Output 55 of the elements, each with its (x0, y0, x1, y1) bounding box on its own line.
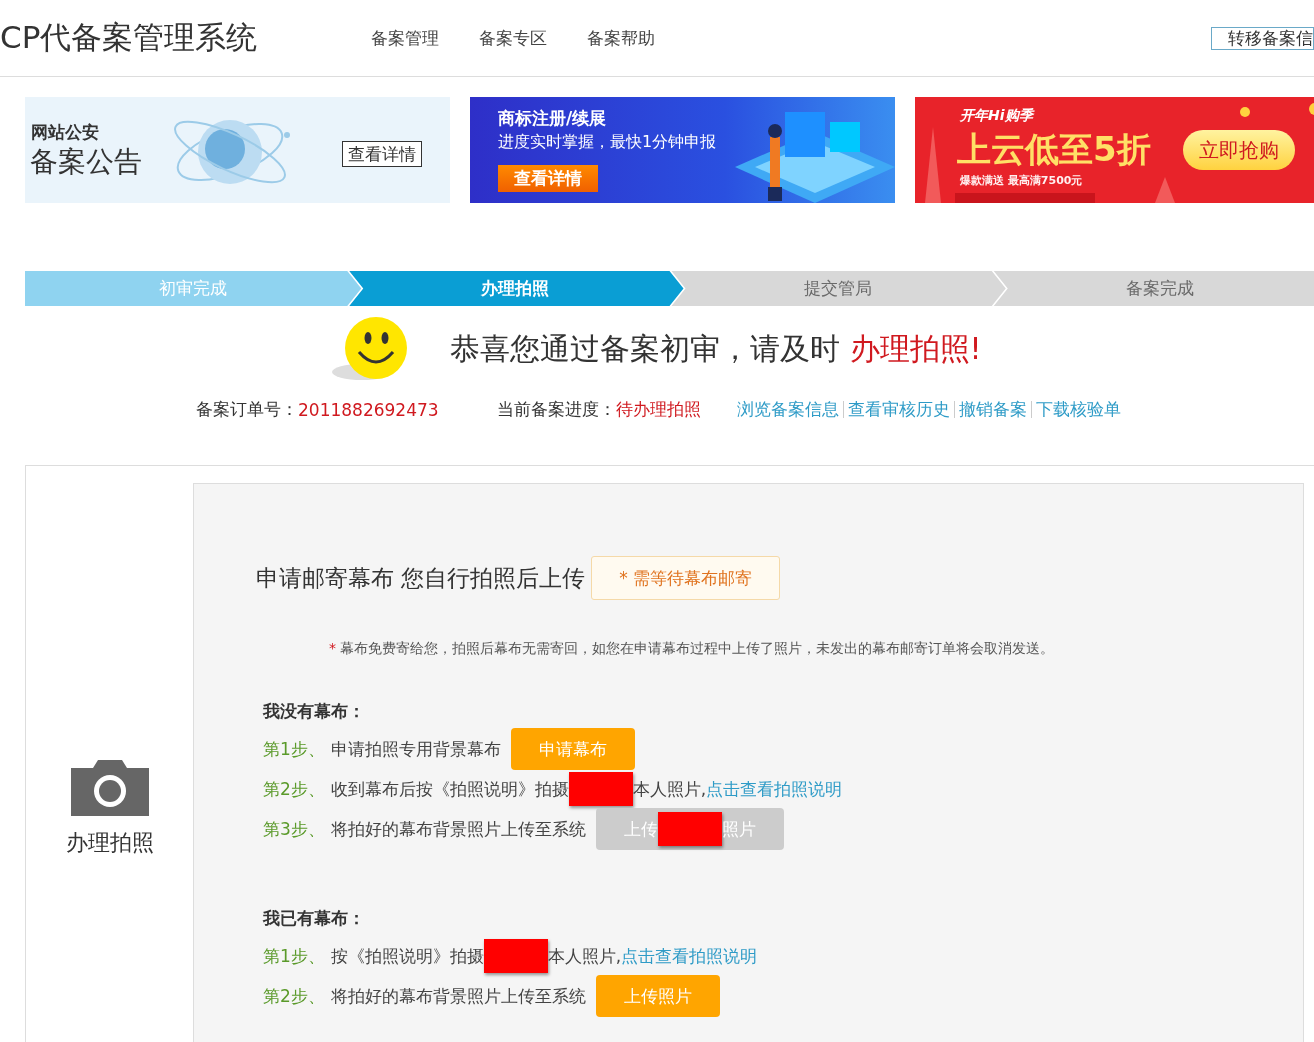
section-title: 我没有幕布： (263, 700, 366, 723)
details-button[interactable]: 查看详情 (342, 141, 422, 167)
banner-title: 备案公告 (30, 144, 142, 180)
banner-tag: 网站公安 (31, 121, 99, 144)
wait-notice: * 需等待幕布邮寄 (591, 556, 781, 600)
banner-title: 商标注册/续展 (498, 107, 607, 130)
step-text: 将拍好的幕布背景照片上传至系统 (330, 984, 586, 1008)
progress-label: 当前备案进度： (496, 398, 616, 421)
progress-step: 初审完成 (25, 271, 362, 306)
progress-step: 备案完成 (993, 271, 1314, 306)
step-text: 本人照片, (547, 944, 622, 968)
step-number: 第3步、 (263, 817, 325, 841)
shipping-note: 幕布免费寄给您，拍照后幕布无需寄回，如您在申请幕布过程中上传了照片，未发出的幕布邮寄订单将会取消发送。 (340, 640, 1054, 656)
step-number: 第2步、 (263, 777, 325, 801)
action-button[interactable]: 申请幕布 (510, 728, 635, 770)
promo-banner[interactable]: 网站公安 备案公告 查看详情 (25, 97, 450, 203)
step-number: 第1步、 (263, 944, 325, 968)
panel-heading: 申请邮寄幕布 您自行拍照后上传 (256, 563, 586, 593)
progress-step: 提交管局 (671, 271, 1006, 306)
site-title: CP代备案管理系统 (0, 18, 259, 57)
banner-subtitle: 进度实时掌握，最快1分钟申报 (498, 132, 717, 153)
step-text: 将拍好的幕布背景照片上传至系统 (330, 817, 586, 841)
action-link[interactable]: 浏览备案信息 (736, 398, 839, 421)
promo-banner[interactable]: 商标注册/续展 进度实时掌握，最快1分钟申报 查看详情 (470, 97, 895, 203)
action-link[interactable]: 撤销备案 (958, 398, 1027, 421)
step-text: 按《拍照说明》拍摄 (330, 944, 484, 968)
step-text: 本人照片, (632, 777, 707, 801)
success-message: 恭喜您通过备案初审，请及时 办理拍照! (450, 329, 982, 368)
nav-link[interactable]: 备案管理 (371, 26, 439, 50)
note-asterisk: * (329, 640, 336, 656)
transfer-button[interactable]: 转移备案信 (1211, 26, 1314, 50)
instructions-link[interactable]: 点击查看拍照说明 (706, 777, 843, 801)
buy-button[interactable]: 立即抢购 (1183, 130, 1295, 170)
nav-link[interactable]: 备案专区 (479, 26, 547, 50)
banner-tag: 开年Hi购季 (960, 107, 1033, 125)
action-link[interactable]: 下载核验单 (1035, 398, 1121, 421)
progress-value: 待办理拍照 (615, 398, 701, 421)
promo-banner[interactable]: 开年Hi购季 上云低至5折 爆款满送 最高满7500元 立即抢购 (915, 97, 1314, 203)
step-number: 第1步、 (263, 737, 325, 761)
step-text: 收到幕布后按《拍照说明》拍摄 (330, 777, 569, 801)
instructions-link[interactable]: 点击查看拍照说明 (621, 944, 758, 968)
section-title: 我已有幕布： (263, 907, 366, 930)
nav-link[interactable]: 备案帮助 (587, 26, 655, 50)
order-number: 2011882692473 (298, 399, 439, 420)
banner-title: 上云低至5折 (957, 128, 1151, 171)
step-number: 第2步、 (263, 984, 325, 1008)
camera-icon (70, 760, 149, 816)
banner-note: 爆款满送 最高满7500元 (960, 173, 1083, 188)
step-text: 申请拍照专用背景幕布 (330, 737, 501, 761)
details-button[interactable]: 查看详情 (498, 165, 598, 192)
progress-step: 办理拍照 (349, 271, 684, 306)
section-label: 办理拍照 (65, 829, 154, 857)
action-button[interactable]: 上传照片 (595, 975, 720, 1017)
action-link[interactable]: 查看审核历史 (847, 398, 950, 421)
order-label: 备案订单号： (196, 398, 298, 421)
